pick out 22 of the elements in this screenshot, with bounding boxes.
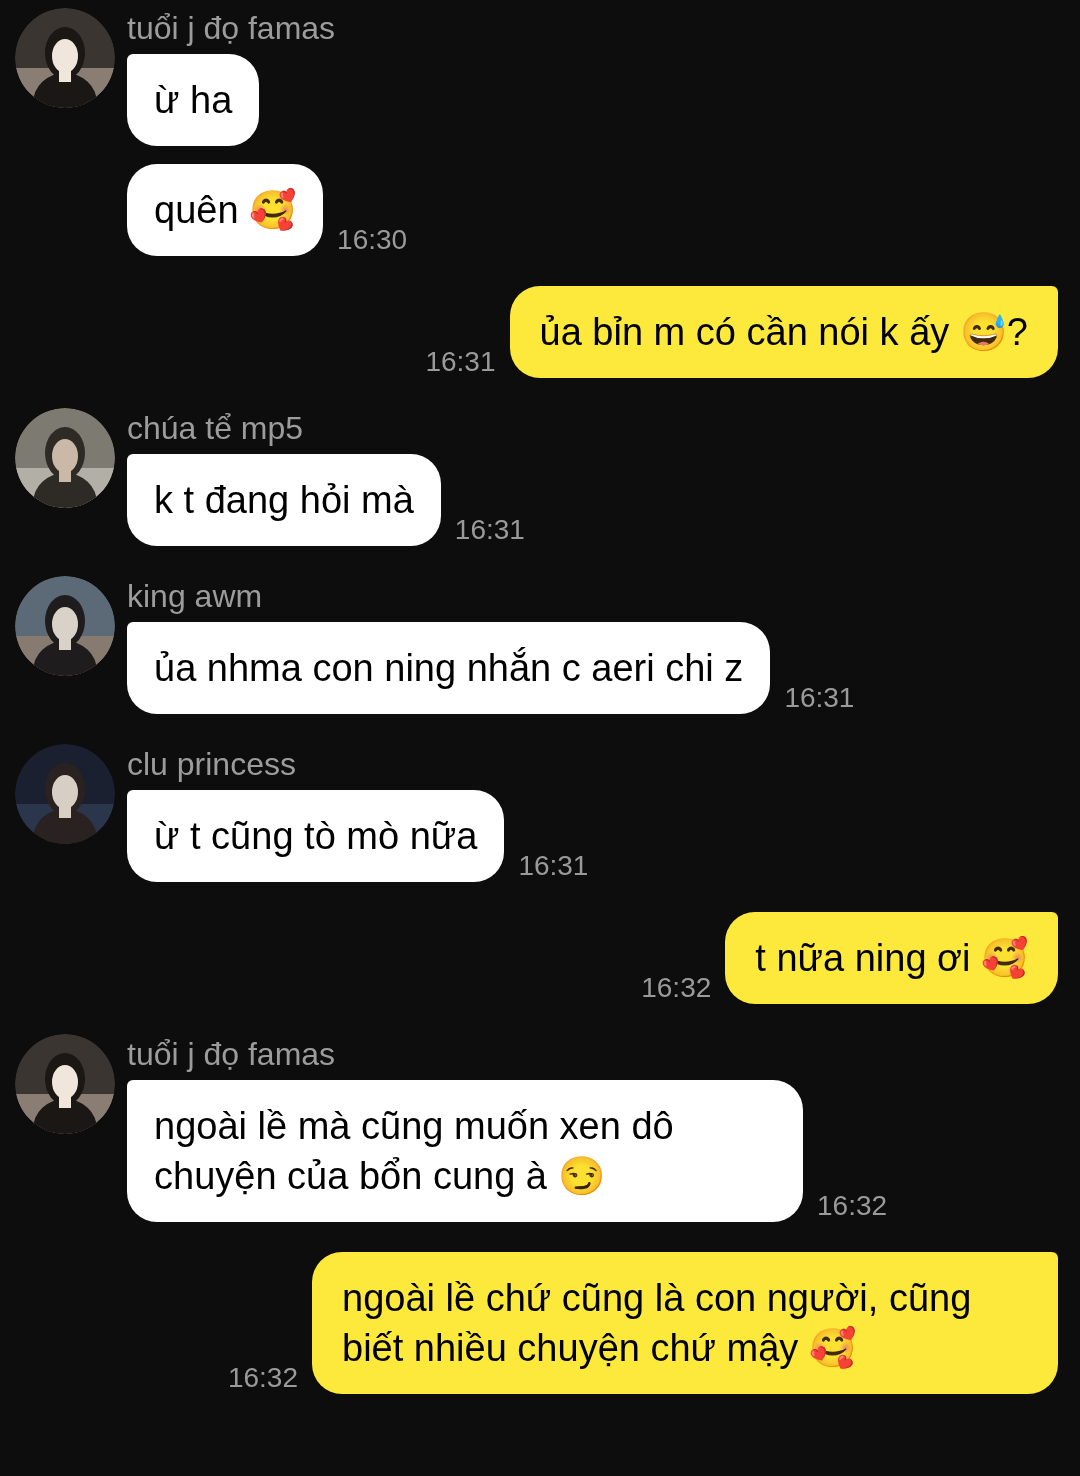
- message-time: 16:30: [337, 224, 408, 255]
- message-bubble: ngoài lề chứ cũng là con người, cũng biết nhiều chuyện chứ mậy 🥰: [312, 1252, 1058, 1394]
- message-time: 16:31: [425, 346, 496, 377]
- message-time: 16:31: [784, 682, 855, 713]
- message-time: 16:32: [641, 972, 712, 1003]
- message-bubble: k t đang hỏi mà: [127, 454, 441, 546]
- message-time: 16:32: [817, 1190, 888, 1221]
- message-bubble: t nữa ning ơi 🥰: [725, 912, 1058, 1004]
- message-bubble: ngoài lề mà cũng muốn xen dô chuyện của bổn cung à 😏: [127, 1080, 803, 1222]
- sender-name: tuổi j đọ famas: [127, 1035, 337, 1074]
- message-bubble: ủa nhma con ning nhắn c aeri chi z: [127, 622, 771, 714]
- sender-name: king awm: [127, 577, 264, 616]
- message-bubble: ừ t cũng tò mò nữa: [127, 790, 505, 882]
- message-time: 16:31: [454, 514, 525, 545]
- sender-name: chúa tể mp5: [127, 409, 305, 448]
- message-bubble: quên 🥰: [127, 164, 324, 256]
- sender-name: clu princess: [127, 745, 297, 784]
- message-bubble: ủa bỉn m có cần nói k ấy 😅?: [509, 286, 1058, 378]
- message-time: 16:31: [518, 850, 589, 881]
- message-time: 16:32: [227, 1362, 298, 1393]
- message-bubble: ừ ha: [127, 54, 260, 146]
- sender-name: tuổi j đọ famas: [127, 9, 336, 48]
